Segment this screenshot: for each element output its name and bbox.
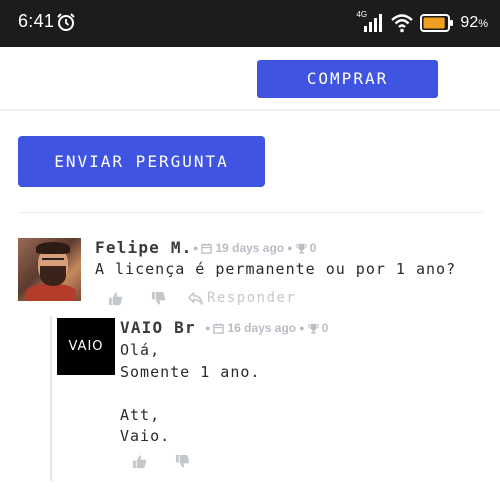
alarm-icon [57, 13, 75, 31]
buy-button[interactable]: COMPRAR [257, 60, 438, 98]
trophy-icon [308, 323, 319, 334]
battery-percent: 92% [460, 14, 488, 31]
network-type: 4G [356, 10, 368, 19]
reply-line: Somente 1 ano. [120, 362, 261, 381]
status-time: 6:41 [18, 11, 55, 31]
comment-actions: Responder [108, 290, 296, 306]
calendar-icon [201, 242, 213, 254]
send-question-button[interactable]: ENVIAR PERGUNTA [18, 136, 265, 187]
reply-line: Vaio. [120, 427, 171, 445]
thumbs-up-icon[interactable] [108, 291, 123, 306]
divider [18, 212, 483, 213]
comment-text: A licença é permanente ou por 1 ano? [95, 260, 457, 278]
reply-date: 16 days ago [227, 321, 297, 335]
reply-link[interactable]: Responder [207, 290, 296, 306]
divider [0, 109, 500, 111]
comment-votes: 0 [309, 241, 317, 255]
comment-author[interactable]: Felipe M. [95, 238, 193, 257]
logo-text: VAIO [68, 339, 104, 354]
avatar [18, 238, 81, 301]
battery-icon [420, 14, 454, 32]
signal-icon: 4G [356, 10, 384, 34]
comment-meta: ● 19 days ago ● 0 [193, 241, 317, 255]
vaio-logo: VAIO [57, 318, 115, 375]
calendar-icon [213, 322, 225, 334]
reply-text: Olá, Somente 1 ano. Att, Vaio. [120, 340, 260, 448]
reply-line: Att, [120, 405, 161, 424]
reply-author[interactable]: VAIO Br [120, 318, 196, 337]
comment-date: 19 days ago [215, 241, 285, 255]
reply-thread-line [50, 316, 52, 481]
status-indicators: 4G 92% [356, 10, 488, 36]
thumbs-up-icon[interactable] [132, 454, 147, 469]
thumbs-down-icon[interactable] [151, 291, 166, 306]
thumbs-down-icon[interactable] [175, 454, 190, 469]
reply-actions [132, 454, 190, 469]
reply-meta: ● 16 days ago ● 0 [205, 321, 329, 335]
status-bar: 6:41 4G 92% [0, 0, 500, 47]
trophy-icon [296, 243, 307, 254]
reply-icon[interactable] [188, 291, 203, 306]
reply-line: Olá, [120, 341, 161, 359]
reply-votes: 0 [321, 321, 329, 335]
reply-line [120, 383, 260, 405]
wifi-icon [391, 14, 414, 33]
